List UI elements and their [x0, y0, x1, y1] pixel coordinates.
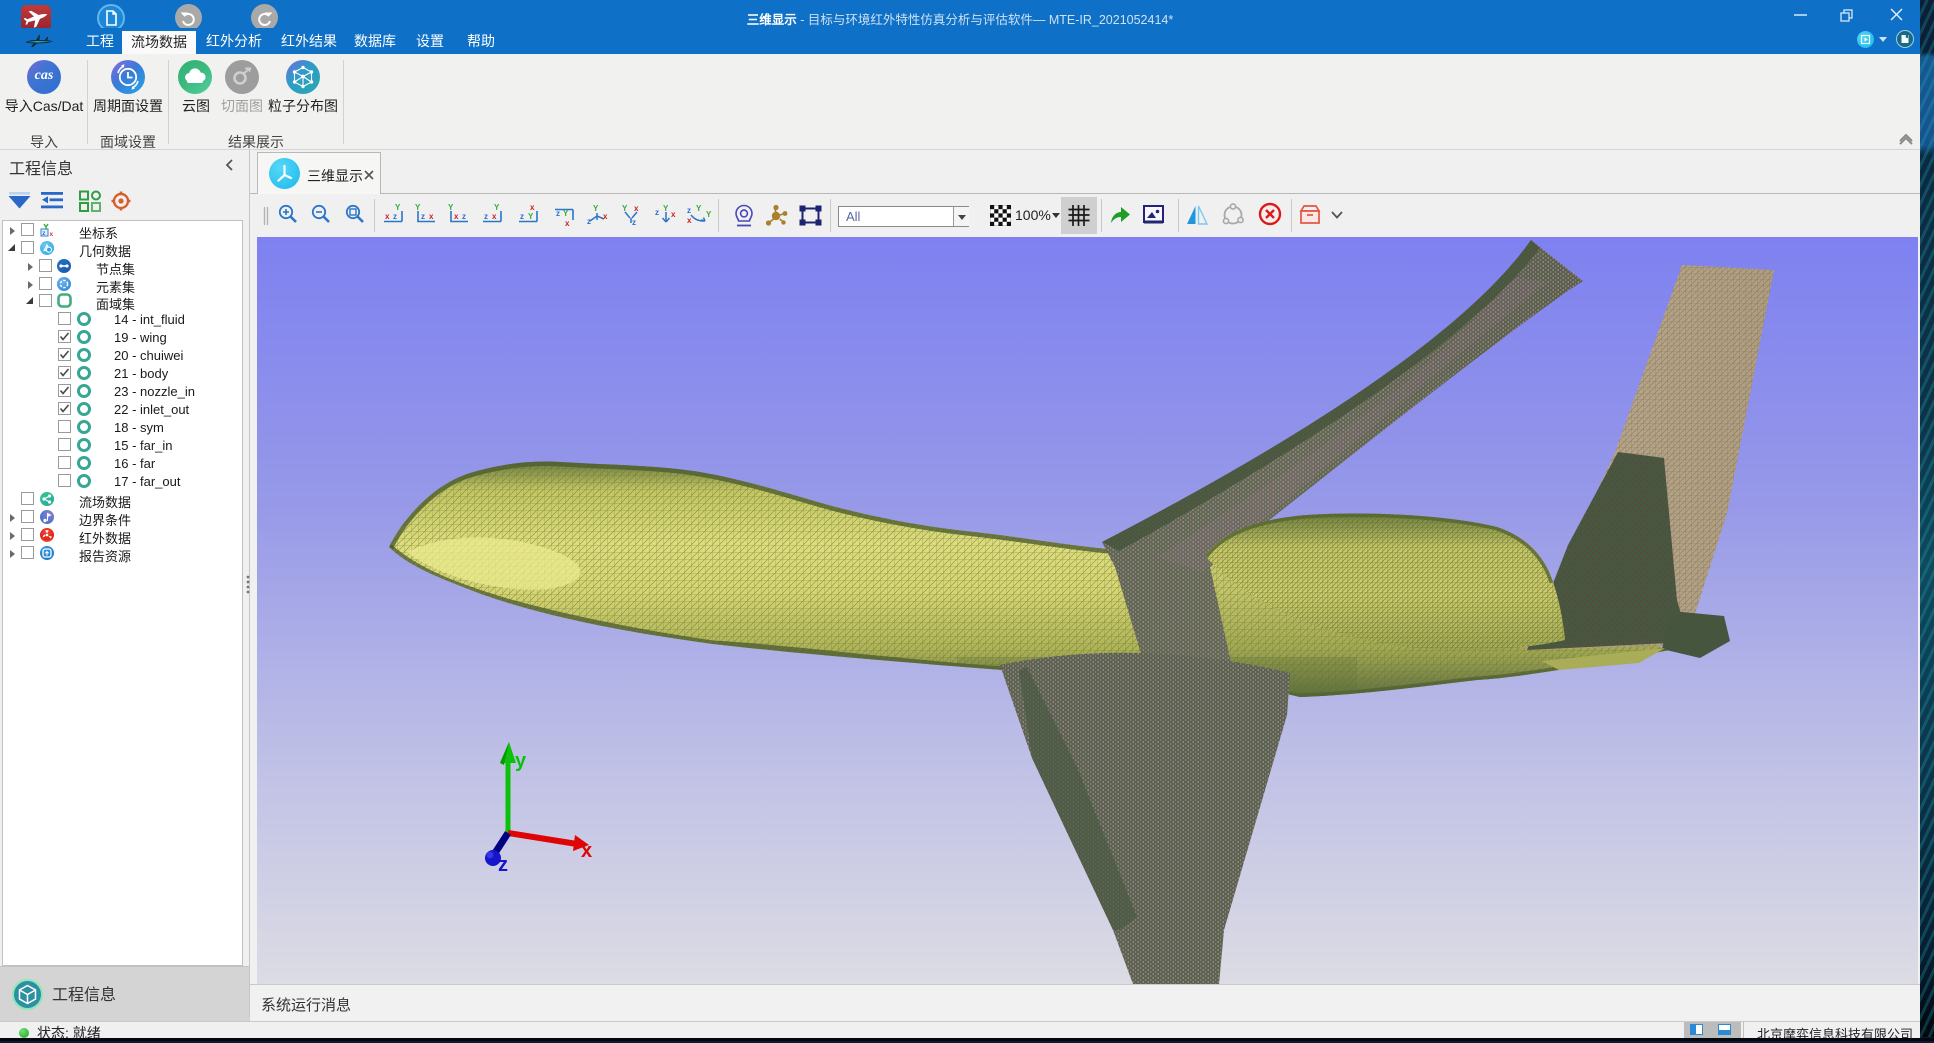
svg-text:Y: Y — [395, 203, 401, 212]
svg-text:z: z — [498, 854, 508, 876]
svg-text:Y: Y — [494, 203, 500, 212]
svg-text:z: z — [520, 212, 524, 221]
svg-text:z: z — [393, 212, 397, 221]
svg-text:x: x — [581, 840, 592, 862]
svg-text:z: z — [587, 217, 591, 226]
svg-text:z: z — [655, 208, 659, 217]
svg-text:x: x — [671, 210, 676, 219]
svg-text:x: x — [565, 219, 570, 228]
svg-text:Y: Y — [593, 204, 599, 213]
svg-text:Y: Y — [696, 204, 702, 213]
svg-text:x: x — [50, 231, 54, 237]
svg-text:z: z — [462, 212, 466, 221]
svg-text:x: x — [429, 212, 434, 221]
svg-text:z: z — [632, 218, 636, 227]
svg-text:Y: Y — [622, 204, 628, 213]
svg-text:z: z — [484, 212, 488, 221]
svg-text:x: x — [603, 212, 608, 221]
svg-text:Y: Y — [706, 210, 712, 219]
svg-text:z: z — [556, 209, 560, 218]
svg-text:Y: Y — [663, 204, 669, 213]
svg-text:Y: Y — [448, 203, 454, 212]
svg-text:z: z — [687, 206, 691, 215]
svg-text:Y: Y — [415, 203, 421, 212]
svg-text:z: z — [421, 212, 425, 221]
svg-text:x: x — [492, 212, 497, 221]
svg-text:x: x — [454, 212, 459, 221]
svg-text:x: x — [385, 212, 390, 221]
svg-text:y: y — [515, 750, 527, 772]
svg-text:Y: Y — [528, 212, 534, 221]
svg-text:x: x — [530, 203, 535, 212]
svg-text:Y: Y — [563, 209, 569, 218]
svg-text:x: x — [687, 216, 692, 225]
